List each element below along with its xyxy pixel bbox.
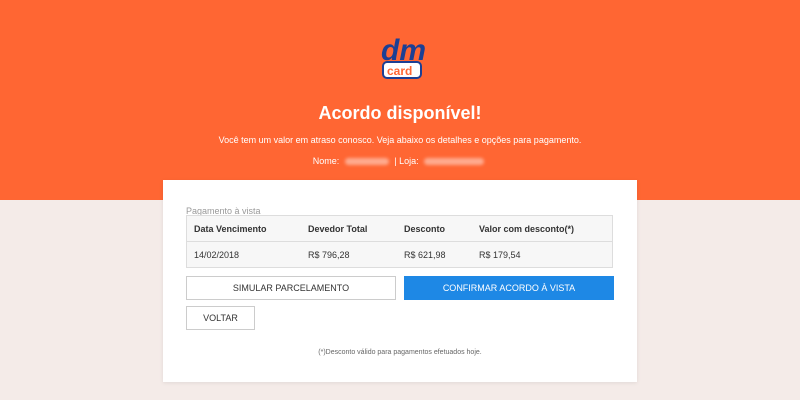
simulate-installments-button[interactable]: SIMULAR PARCELAMENTO — [186, 276, 396, 300]
header-total-debt: Devedor Total — [308, 224, 368, 234]
table-header: Data Vencimento Devedor Total Desconto V… — [187, 216, 612, 242]
name-label: Nome: — [312, 156, 340, 166]
cell-discount: R$ 621,98 — [404, 250, 446, 260]
separator: | — [394, 156, 397, 166]
cell-total-debt: R$ 796,28 — [308, 250, 350, 260]
logo-text-card: card — [387, 64, 412, 78]
agreement-card: Pagamento à vista Data Vencimento Devedo… — [163, 180, 637, 382]
back-button[interactable]: VOLTAR — [186, 306, 255, 330]
logo-text-dm: dm — [381, 34, 425, 67]
dm-card-logo: dm card — [377, 30, 426, 80]
header-discount: Desconto — [404, 224, 446, 234]
blurred-name — [344, 158, 389, 166]
blurred-store — [424, 158, 485, 166]
store-label: Loja: — [399, 156, 419, 166]
table-row: 14/02/2018 R$ 796,28 R$ 621,98 R$ 179,54 — [187, 242, 612, 268]
confirm-agreement-button[interactable]: CONFIRMAR ACORDO À VISTA — [404, 276, 614, 300]
page-subtitle: Você tem um valor em atraso conosco. Vej… — [218, 135, 582, 145]
header-discounted-value: Valor com desconto(*) — [479, 224, 575, 234]
cell-discounted-value: R$ 179,54 — [479, 250, 521, 260]
payment-table: Data Vencimento Devedor Total Desconto V… — [186, 215, 613, 268]
logo-graphic: dm card — [381, 34, 426, 79]
customer-info: Nome: | Loja: — [0, 156, 800, 166]
page-title: Acordo disponível! — [318, 103, 482, 123]
hero-banner: dm card Acordo disponível! Você tem um v… — [0, 0, 800, 200]
discount-footnote: (*)Desconto válido para pagamentos efetu… — [318, 349, 482, 356]
header-due-date: Data Vencimento — [194, 224, 267, 234]
cell-due-date: 14/02/2018 — [194, 250, 240, 260]
